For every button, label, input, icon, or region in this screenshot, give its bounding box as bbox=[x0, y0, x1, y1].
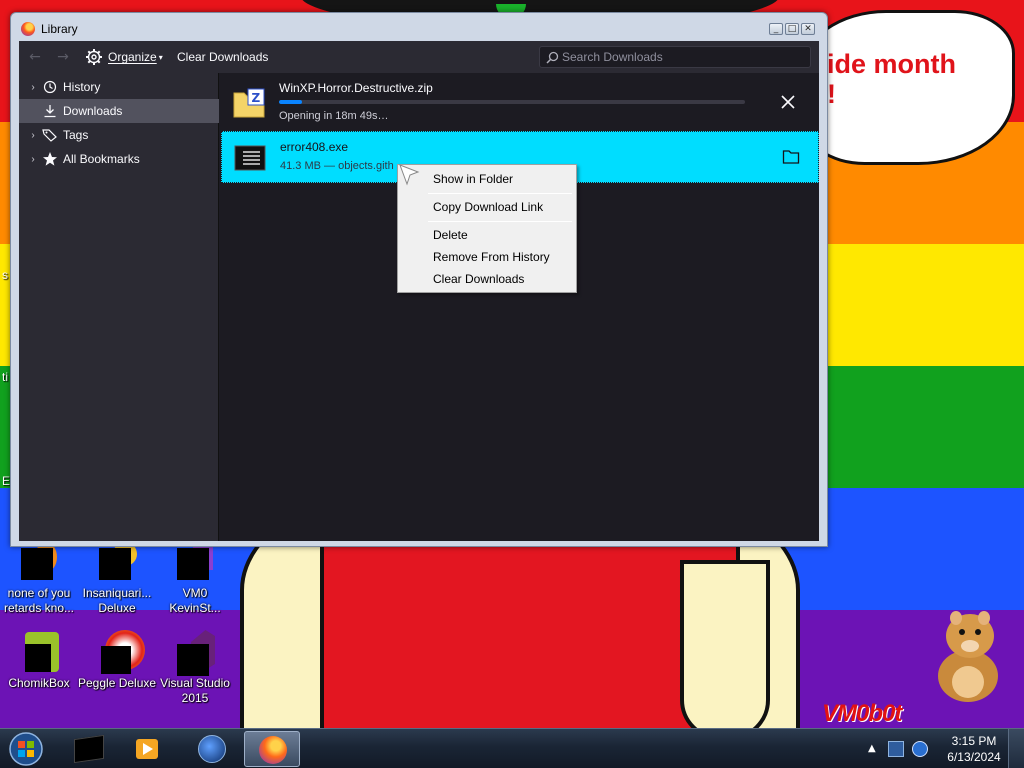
download-filename: error408.exe bbox=[280, 140, 349, 154]
library-sidebar: › History Downloads › Tags › All Bookmar… bbox=[19, 73, 219, 541]
clock-date[interactable]: 6/13/2024 bbox=[944, 750, 1004, 764]
desktop-icon-vm0-kevinst[interactable]: VM0 KevinSt... bbox=[156, 540, 234, 616]
taskbar-app-black-square[interactable] bbox=[62, 731, 118, 767]
desktop-icon-chomikbox[interactable]: ChomikBox bbox=[0, 630, 78, 691]
sidebar-item-label: Tags bbox=[63, 128, 89, 142]
desktop-icon-insaniquarium[interactable]: Insaniquari... Deluxe bbox=[78, 540, 156, 616]
close-button[interactable]: ✕ bbox=[801, 23, 815, 35]
start-button[interactable] bbox=[6, 731, 46, 767]
tag-icon bbox=[41, 126, 59, 144]
sidebar-item-tags[interactable]: › Tags bbox=[19, 123, 219, 147]
zip-folder-icon: Z bbox=[233, 88, 265, 118]
desktop-icon-label: Peggle Deluxe bbox=[78, 676, 157, 690]
desktop-icon-label: none of you retards kno... bbox=[3, 586, 75, 615]
taskbar-app-globe[interactable] bbox=[184, 731, 240, 767]
download-progress-fill bbox=[279, 100, 303, 104]
download-filename: WinXP.Horror.Destructive.zip bbox=[279, 81, 433, 95]
desktop-icon-label: Insaniquari... Deluxe bbox=[82, 586, 152, 615]
chevron-up-icon[interactable]: ▲ bbox=[868, 743, 876, 754]
menu-item-remove-from-history[interactable]: Remove From History bbox=[400, 247, 574, 267]
sidebar-item-history[interactable]: › History bbox=[19, 75, 219, 99]
window-titlebar[interactable]: Library _ □ ✕ bbox=[11, 13, 827, 43]
gear-icon bbox=[86, 49, 102, 65]
chevron-right-icon[interactable]: › bbox=[25, 130, 41, 141]
speech-bubble: ide month ! bbox=[800, 10, 1015, 165]
download-status: Opening in 18m 49s… bbox=[279, 110, 389, 122]
sidebar-item-label: Downloads bbox=[63, 104, 123, 118]
sidebar-item-label: History bbox=[63, 80, 101, 94]
system-tray: ▲ 3:15 PM 6/13/2024 bbox=[862, 729, 1022, 768]
organize-button[interactable]: Organize ▾ bbox=[85, 47, 163, 67]
desktop-icon-label: Visual Studio 2015 bbox=[160, 676, 230, 705]
exe-file-icon bbox=[234, 145, 266, 171]
download-icon bbox=[41, 102, 59, 120]
speaker-icon[interactable] bbox=[912, 741, 928, 757]
sidebar-item-all-bookmarks[interactable]: › All Bookmarks bbox=[19, 147, 219, 171]
download-context-menu: Show in Folder Copy Download Link Delete… bbox=[397, 164, 577, 293]
peggle-icon bbox=[99, 630, 145, 674]
clock-icon bbox=[41, 78, 59, 96]
desktop-icon-visual-studio[interactable]: Visual Studio 2015 bbox=[156, 630, 234, 706]
menu-item-copy-download-link[interactable]: Copy Download Link bbox=[400, 197, 574, 217]
hamster-app-icon bbox=[21, 630, 59, 674]
chevron-down-icon: ▾ bbox=[158, 52, 163, 62]
taskbar: ▲ 3:15 PM 6/13/2024 bbox=[0, 728, 1024, 768]
desktop-icon-label: ChomikBox bbox=[8, 676, 70, 690]
search-icon bbox=[546, 51, 559, 64]
close-icon[interactable] bbox=[779, 93, 797, 111]
firefox-icon bbox=[21, 22, 35, 36]
clock-time[interactable]: 3:15 PM bbox=[944, 734, 1004, 748]
organize-label: Organize bbox=[108, 50, 157, 64]
visual-studio-icon bbox=[177, 630, 215, 676]
downloads-list: Z WinXP.Horror.Destructive.zip Opening i… bbox=[221, 73, 819, 541]
chevron-right-icon[interactable]: › bbox=[25, 154, 41, 165]
sidebar-item-label: All Bookmarks bbox=[63, 152, 140, 166]
edge-text-1: s bbox=[2, 268, 8, 282]
back-arrow-icon[interactable]: ← bbox=[27, 49, 43, 65]
taskbar-app-media-player[interactable] bbox=[120, 731, 176, 767]
desktop-icon-none-of-you[interactable]: none of you retards kno... bbox=[0, 540, 78, 616]
menu-item-clear-downloads[interactable]: Clear Downloads bbox=[400, 269, 574, 289]
menu-item-show-in-folder[interactable]: Show in Folder bbox=[400, 169, 574, 189]
network-icon[interactable] bbox=[888, 741, 904, 757]
sidebar-item-downloads[interactable]: Downloads bbox=[19, 99, 219, 123]
hamster-image bbox=[938, 611, 998, 702]
menu-separator bbox=[428, 193, 572, 194]
folder-icon[interactable] bbox=[782, 149, 800, 165]
watermark-text: VM0b0t bbox=[822, 700, 902, 727]
cartoon-arm bbox=[680, 560, 770, 728]
star-icon bbox=[41, 150, 59, 168]
edge-text-3: E bbox=[2, 474, 11, 488]
show-desktop-button[interactable] bbox=[1008, 729, 1024, 768]
clear-downloads-button[interactable]: Clear Downloads bbox=[177, 50, 268, 64]
download-status: 41.3 MB — objects.gith bbox=[280, 160, 394, 172]
cartoon-shirt bbox=[320, 520, 740, 728]
chevron-right-icon[interactable]: › bbox=[25, 82, 41, 93]
menu-separator bbox=[428, 221, 572, 222]
search-input[interactable] bbox=[562, 49, 806, 65]
mouse-cursor-icon bbox=[399, 164, 420, 186]
desktop-icon-label: VM0 KevinSt... bbox=[169, 586, 221, 615]
download-progress-bar bbox=[279, 100, 745, 104]
speech-text: ide month ! bbox=[827, 49, 956, 109]
maximize-button[interactable]: □ bbox=[785, 23, 799, 35]
taskbar-app-firefox[interactable] bbox=[244, 731, 300, 767]
desktop-icon-peggle-deluxe[interactable]: Peggle Deluxe bbox=[78, 630, 156, 691]
minimize-button[interactable]: _ bbox=[769, 23, 783, 35]
library-toolbar: ← → Organize ▾ Clear Downloads bbox=[19, 41, 819, 73]
forward-arrow-icon[interactable]: → bbox=[55, 49, 71, 65]
search-field[interactable] bbox=[539, 46, 811, 68]
menu-item-delete[interactable]: Delete bbox=[400, 225, 574, 245]
download-row[interactable]: Z WinXP.Horror.Destructive.zip Opening i… bbox=[221, 77, 819, 129]
svg-text:Z: Z bbox=[252, 91, 261, 105]
edge-text-2: ti bbox=[2, 370, 8, 384]
window-title: Library bbox=[41, 22, 78, 36]
